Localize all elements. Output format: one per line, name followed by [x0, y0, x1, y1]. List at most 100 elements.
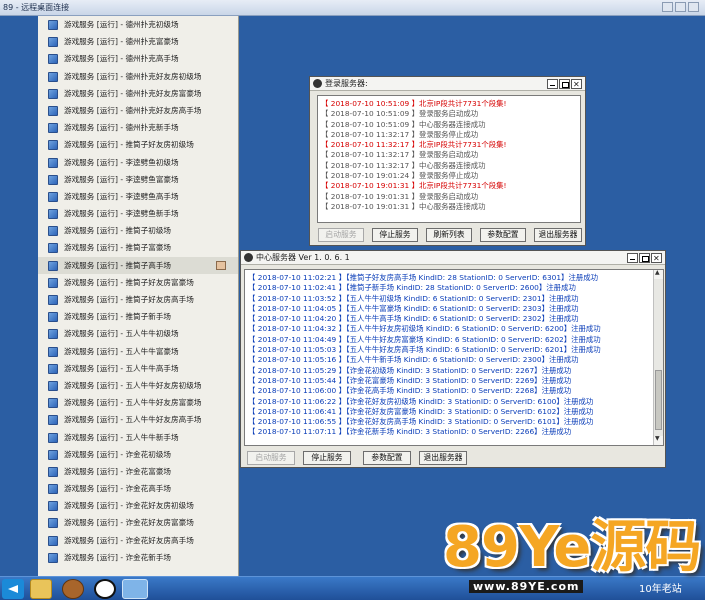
service-menu-item[interactable]: 游戏服务 [运行] - 德州扑克富豪场 [38, 33, 238, 50]
service-menu-item[interactable]: 游戏服务 [运行] - 五人牛牛高手场 [38, 360, 238, 377]
service-menu-item[interactable]: 游戏服务 [运行] - 德州扑克好友房初级场 [38, 68, 238, 85]
center-stop-service-button[interactable]: 停止服务 [303, 451, 351, 465]
refresh-list-button[interactable]: 刷新列表 [426, 228, 472, 242]
service-menu-item[interactable]: 游戏服务 [运行] - 李逵劈鱼新手场 [38, 205, 238, 222]
service-icon [48, 226, 58, 237]
service-menu-item[interactable]: 游戏服务 [运行] - 李逵劈鱼初级场 [38, 154, 238, 171]
login-log-line: 【 2018-07-10 11:32:17 】中心服务器连接成功 [321, 160, 486, 170]
service-menu-item[interactable]: 游戏服务 [运行] - 推筒子好友房富豪场 [38, 274, 238, 291]
start-icon[interactable] [2, 579, 24, 599]
minimize-icon[interactable] [547, 79, 558, 89]
service-menu-label: 游戏服务 [运行] - 诈金花好友房高手场 [64, 535, 194, 545]
watermark: 89Ye源码 www.89YE.com 10年老站 [443, 518, 705, 600]
start-service-button[interactable]: 启动服务 [318, 228, 364, 242]
service-menu-item[interactable]: 游戏服务 [运行] - 推筒子新手场 [38, 308, 238, 325]
cookie-app-icon[interactable] [62, 579, 84, 599]
login-log-list[interactable]: 【 2018-07-10 10:51:09 】北京IP段共计7731个段集! 【 … [317, 95, 581, 223]
service-menu-label: 游戏服务 [运行] - 五人牛牛初级场 [64, 329, 179, 339]
service-menu-item[interactable]: 游戏服务 [运行] - 德州扑克好友房高手场 [38, 102, 238, 119]
center-log-list[interactable]: 【 2018-07-10 11:02:21 】【推筒子好友房高手场 KindID… [244, 269, 664, 446]
center-config-button[interactable]: 参数配置 [363, 451, 411, 465]
center-log-line: 【 2018-07-10 11:06:00 】【诈金花高手场 KindID: 3… [248, 386, 572, 396]
service-menu-item[interactable]: 游戏服务 [运行] - 推筒子好友房初级场 [38, 136, 238, 153]
service-menu-label: 游戏服务 [运行] - 五人牛牛新手场 [64, 432, 179, 442]
login-log-line: 【 2018-07-10 19:01:24 】登录服务停止成功 [321, 171, 479, 181]
service-icon [48, 277, 58, 288]
remote-restore-button[interactable] [675, 2, 686, 12]
service-menu-item[interactable]: 游戏服务 [运行] - 推筒子富豪场 [38, 239, 238, 256]
service-menu-item[interactable]: 游戏服务 [运行] - 推筒子高手场 [38, 256, 238, 274]
stop-service-button[interactable]: 停止服务 [372, 228, 418, 242]
maximize-icon[interactable] [639, 253, 650, 263]
scroll-thumb[interactable] [655, 370, 662, 430]
service-menu-label: 游戏服务 [运行] - 诈金花好友房富豪场 [64, 518, 194, 528]
service-menu-label: 游戏服务 [运行] - 五人牛牛好友房高手场 [64, 415, 202, 425]
service-icon [48, 123, 58, 134]
service-menu-item[interactable]: 游戏服务 [运行] - 德州扑克新手场 [38, 119, 238, 136]
service-menu-label: 游戏服务 [运行] - 诈金花初级场 [64, 449, 172, 459]
service-menu-label: 游戏服务 [运行] - 推筒子高手场 [64, 260, 172, 270]
service-icon [48, 501, 58, 512]
service-menu-item[interactable]: 游戏服务 [运行] - 诈金花高手场 [38, 480, 238, 497]
maximize-icon[interactable] [559, 79, 570, 89]
center-log-line: 【 2018-07-10 11:02:21 】【推筒子好友房高手场 KindID… [248, 273, 599, 282]
service-menu-item[interactable]: 游戏服务 [运行] - 诈金花好友房高手场 [38, 532, 238, 549]
service-menu-item[interactable]: 游戏服务 [运行] - 李逵劈鱼高手场 [38, 188, 238, 205]
service-icon [48, 174, 58, 185]
folder-icon[interactable] [30, 579, 52, 599]
service-menu-item[interactable]: 游戏服务 [运行] - 德州扑克好友房富豪场 [38, 85, 238, 102]
service-menu-label: 游戏服务 [运行] - 德州扑克新手场 [64, 123, 179, 133]
exit-server-button[interactable]: 退出服务器 [534, 228, 582, 242]
service-menu-label: 游戏服务 [运行] - 李逵劈鱼高手场 [64, 191, 179, 201]
service-menu-item[interactable]: 游戏服务 [运行] - 诈金花好友房初级场 [38, 497, 238, 514]
submenu-arrow-icon[interactable] [216, 260, 226, 270]
service-menu-label: 游戏服务 [运行] - 推筒子富豪场 [64, 243, 172, 253]
remote-minimize-button[interactable] [662, 2, 673, 12]
network-app-icon[interactable] [122, 579, 148, 599]
service-menu-item[interactable]: 游戏服务 [运行] - 五人牛牛好友房高手场 [38, 411, 238, 428]
minimize-icon[interactable] [627, 253, 638, 263]
center-log-line: 【 2018-07-10 11:07:11 】【诈金花新手场 KindID: 3… [248, 427, 572, 437]
center-window-controls [627, 252, 662, 266]
log-scrollbar[interactable] [653, 270, 663, 445]
config-button[interactable]: 参数配置 [480, 228, 526, 242]
close-icon[interactable] [651, 252, 662, 266]
login-log-line: 【 2018-07-10 11:32:17 】登录服务停止成功 [321, 129, 479, 139]
login-server-title-bar[interactable]: 登录服务器: [310, 77, 585, 92]
remote-close-button[interactable] [688, 2, 699, 12]
service-menu-label: 游戏服务 [运行] - 五人牛牛高手场 [64, 363, 179, 373]
service-menu-item[interactable]: 游戏服务 [运行] - 五人牛牛好友房初级场 [38, 377, 238, 394]
center-server-title: 中心服务器 Ver 1. 0. 6. 1 [256, 253, 350, 262]
service-menu-label: 游戏服务 [运行] - 推筒子好友房富豪场 [64, 277, 194, 287]
soccer-ball-icon[interactable] [94, 579, 116, 599]
service-menu-label: 游戏服务 [运行] - 德州扑克好友房初级场 [64, 71, 202, 81]
center-start-service-button[interactable]: 启动服务 [247, 451, 295, 465]
service-menu-label: 游戏服务 [运行] - 李逵劈鱼富豪场 [64, 174, 179, 184]
center-exit-server-button[interactable]: 退出服务器 [419, 451, 467, 465]
service-menu-label: 游戏服务 [运行] - 五人牛牛好友房富豪场 [64, 398, 202, 408]
service-menu-item[interactable]: 游戏服务 [运行] - 五人牛牛富豪场 [38, 343, 238, 360]
scroll-down-icon[interactable] [654, 435, 663, 445]
service-menu-item[interactable]: 游戏服务 [运行] - 诈金花新手场 [38, 549, 238, 566]
close-icon[interactable] [571, 78, 582, 92]
login-log-line: 【 2018-07-10 10:51:09 】中心服务器连接成功 [321, 119, 486, 129]
center-log-line: 【 2018-07-10 11:05:16 】【五人牛牛新手场 KindID: … [248, 355, 579, 365]
service-menu-item[interactable]: 游戏服务 [运行] - 诈金花富豪场 [38, 463, 238, 480]
scroll-up-icon[interactable] [654, 270, 663, 279]
login-window-controls [547, 78, 582, 92]
service-menu-item[interactable]: 游戏服务 [运行] - 五人牛牛好友房富豪场 [38, 394, 238, 411]
service-icon [48, 363, 58, 374]
center-log-line: 【 2018-07-10 11:04:05 】【五人牛牛富豪场 KindID: … [248, 303, 579, 313]
service-menu-item[interactable]: 游戏服务 [运行] - 推筒子初级场 [38, 222, 238, 239]
service-menu-item[interactable]: 游戏服务 [运行] - 诈金花好友房富豪场 [38, 514, 238, 531]
service-menu-item[interactable]: 游戏服务 [运行] - 诈金花初级场 [38, 446, 238, 463]
service-menu-item[interactable]: 游戏服务 [运行] - 德州扑克高手场 [38, 50, 238, 67]
service-menu-item[interactable]: 游戏服务 [运行] - 推筒子好友房高手场 [38, 291, 238, 308]
service-menu-item[interactable]: 游戏服务 [运行] - 李逵劈鱼富豪场 [38, 171, 238, 188]
service-menu-item[interactable]: 游戏服务 [运行] - 德州扑克初级场 [38, 16, 238, 33]
watermark-url: www.89YE.com [469, 580, 584, 593]
service-icon [48, 518, 58, 529]
service-menu-item[interactable]: 游戏服务 [运行] - 五人牛牛初级场 [38, 325, 238, 342]
service-menu-item[interactable]: 游戏服务 [运行] - 五人牛牛新手场 [38, 429, 238, 446]
center-server-title-bar[interactable]: 中心服务器 Ver 1. 0. 6. 1 [241, 251, 665, 266]
